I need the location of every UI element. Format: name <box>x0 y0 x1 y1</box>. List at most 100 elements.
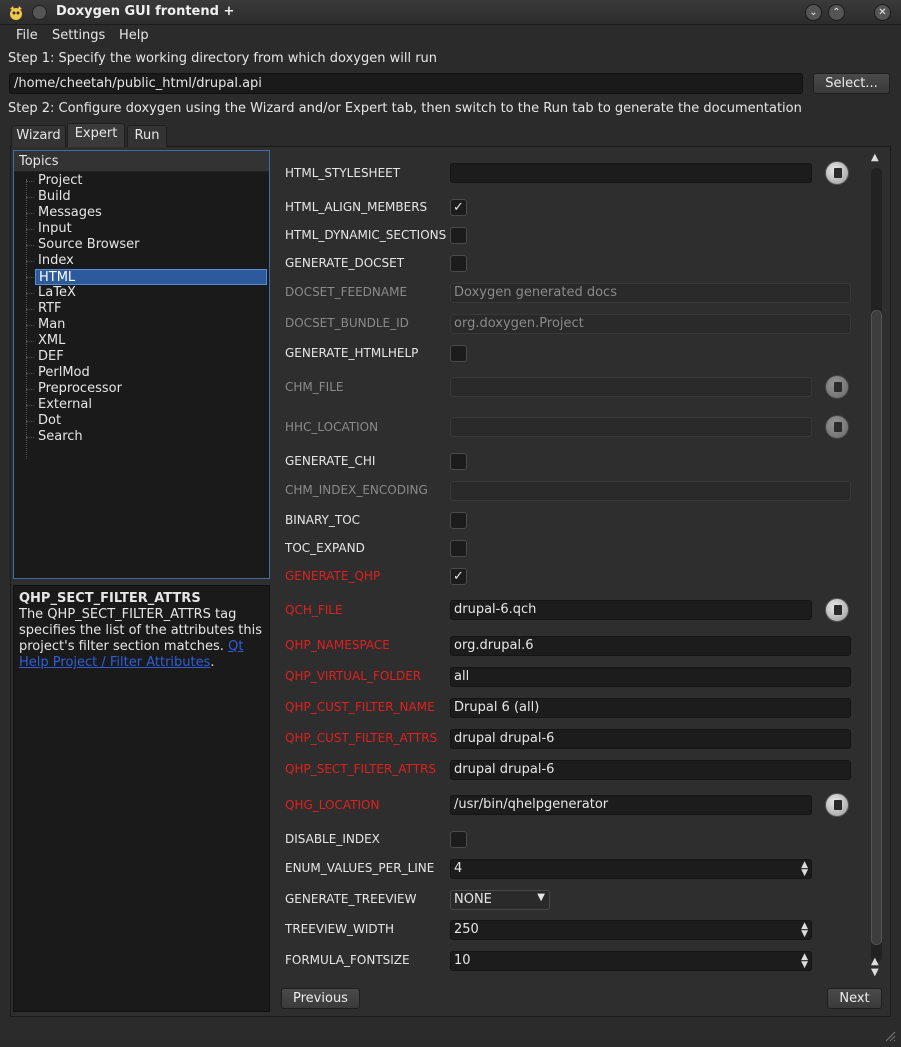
hhc-location-input[interactable] <box>450 417 812 437</box>
tab-expert[interactable]: Expert <box>67 123 125 147</box>
generate-htmlhelp-checkbox[interactable] <box>450 345 467 362</box>
scroll-up-icon[interactable]: ▲ <box>871 152 879 163</box>
options-panel <box>279 152 866 978</box>
topic-item-messages[interactable]: Messages <box>35 205 267 221</box>
topic-item-search[interactable]: Search <box>35 429 267 445</box>
chevron-down-icon: ▼ <box>537 892 545 903</box>
qch-file-input[interactable]: drupal-6.qch <box>450 600 812 620</box>
topic-item-rtf[interactable]: RTF <box>35 301 267 317</box>
working-directory-field[interactable]: /home/cheetah/public_html/drupal.api <box>9 73 803 94</box>
doxygen-app-icon <box>10 6 22 20</box>
qhp-sect-filter-attrs-input[interactable]: drupal drupal-6 <box>450 760 851 780</box>
spin-arrows-icon[interactable]: ▲ ▼ <box>801 861 808 878</box>
previous-button[interactable]: Previous <box>281 988 360 1009</box>
tree-branch-line <box>26 181 34 182</box>
treeview-width-spinbox[interactable]: 250 ▲ ▼ <box>450 920 812 940</box>
binary-toc-checkbox[interactable] <box>450 512 467 529</box>
html-stylesheet-input[interactable] <box>450 163 812 183</box>
tab-wizard[interactable]: Wizard <box>11 125 66 147</box>
minimize-button[interactable]: ⌄ <box>805 4 822 21</box>
options-scrollbar[interactable]: ▲ ▲ ▼ <box>868 152 885 978</box>
label-generate-qhp: GENERATE_QHP <box>285 569 381 583</box>
label-qhp-virtual-folder: QHP_VIRTUAL_FOLDER <box>285 669 422 683</box>
topic-item-external[interactable]: External <box>35 397 267 413</box>
qhp-cust-filter-name-input[interactable]: Drupal 6 (all) <box>450 698 851 718</box>
topic-item-html[interactable]: HTML <box>35 269 267 285</box>
qhg-location-browse-button[interactable] <box>825 793 849 817</box>
topic-item-index[interactable]: Index <box>35 253 267 269</box>
generate-treeview-select[interactable]: NONE ▼ <box>450 890 550 910</box>
html-dynamic-sections-checkbox[interactable] <box>450 227 467 244</box>
tree-branch-line <box>26 357 34 358</box>
topic-item-xml[interactable]: XML <box>35 333 267 349</box>
treeview-width-value: 250 <box>454 922 479 937</box>
label-formula-fontsize: FORMULA_FONTSIZE <box>285 953 410 967</box>
label-toc-expand: TOC_EXPAND <box>285 541 365 555</box>
generate-qhp-checkbox[interactable]: ✓ <box>450 568 467 585</box>
scroll-thumb[interactable] <box>871 310 882 945</box>
topic-item-perlmod[interactable]: PerlMod <box>35 365 267 381</box>
disable-index-checkbox[interactable] <box>450 831 467 848</box>
chm-file-input[interactable] <box>450 377 812 397</box>
tree-branch-line <box>26 341 34 342</box>
help-trailing: . <box>210 655 215 670</box>
label-disable-index: DISABLE_INDEX <box>285 832 380 846</box>
qhp-namespace-input[interactable]: org.drupal.6 <box>450 636 851 656</box>
tree-branch-line <box>26 405 34 406</box>
resize-grip-icon[interactable] <box>884 1030 896 1042</box>
window-menu-button[interactable] <box>32 5 47 20</box>
topic-item-dot[interactable]: Dot <box>35 413 267 429</box>
generate-chi-checkbox[interactable] <box>450 453 467 470</box>
spin-arrows-icon[interactable]: ▲ ▼ <box>801 953 808 970</box>
topic-item-preprocessor[interactable]: Preprocessor <box>35 381 267 397</box>
tree-guide-line <box>26 179 27 459</box>
next-button[interactable]: Next <box>827 988 882 1009</box>
label-chm-file: CHM_FILE <box>285 380 344 394</box>
docset-bundle-id-input[interactable]: org.doxygen.Project <box>450 314 851 334</box>
topic-item-project[interactable]: Project <box>35 173 267 189</box>
maximize-button[interactable]: ⌃ <box>828 4 845 21</box>
tree-branch-line <box>26 373 34 374</box>
label-qch-file: QCH_FILE <box>285 603 343 617</box>
html-align-members-checkbox[interactable]: ✓ <box>450 199 467 216</box>
menu-settings[interactable]: Settings <box>52 28 105 43</box>
topic-item-man[interactable]: Man <box>35 317 267 333</box>
qhg-location-input[interactable]: /usr/bin/qhelpgenerator <box>450 795 812 815</box>
qhp-virtual-folder-input[interactable]: all <box>450 667 851 687</box>
label-html-dynamic-sections: HTML_DYNAMIC_SECTIONS <box>285 228 447 242</box>
tab-run[interactable]: Run <box>127 125 167 147</box>
formula-fontsize-spinbox[interactable]: 10 ▲ ▼ <box>450 951 812 971</box>
tree-branch-line <box>26 197 34 198</box>
chm-file-browse-button[interactable] <box>825 375 849 399</box>
generate-treeview-value: NONE <box>454 892 492 907</box>
topic-item-def[interactable]: DEF <box>35 349 267 365</box>
topic-item-latex[interactable]: LaTeX <box>35 285 267 301</box>
menu-file[interactable]: File <box>16 28 38 43</box>
select-directory-button[interactable]: Select... <box>813 73 890 94</box>
enum-values-per-line-spinbox[interactable]: 4 ▲ ▼ <box>450 859 812 879</box>
label-hhc-location: HHC_LOCATION <box>285 420 379 434</box>
file-icon <box>834 605 842 615</box>
menu-help[interactable]: Help <box>119 28 149 43</box>
label-chm-index-encoding: CHM_INDEX_ENCODING <box>285 483 428 497</box>
topic-item-source-browser[interactable]: Source Browser <box>35 237 267 253</box>
tree-branch-line <box>26 437 34 438</box>
toc-expand-checkbox[interactable] <box>450 540 467 557</box>
chm-index-encoding-input[interactable] <box>450 481 851 501</box>
label-qhp-cust-filter-name: QHP_CUST_FILTER_NAME <box>285 700 435 714</box>
help-text: The QHP_SECT_FILTER_ATTRS tag specifies … <box>19 607 263 654</box>
docset-feedname-input[interactable]: Doxygen generated docs <box>450 283 851 303</box>
topic-item-input[interactable]: Input <box>35 221 267 237</box>
label-html-align-members: HTML_ALIGN_MEMBERS <box>285 200 428 214</box>
generate-docset-checkbox[interactable] <box>450 255 467 272</box>
qch-file-browse-button[interactable] <box>825 598 849 622</box>
hhc-location-browse-button[interactable] <box>825 415 849 439</box>
topic-item-build[interactable]: Build <box>35 189 267 205</box>
qhp-cust-filter-attrs-input[interactable]: drupal drupal-6 <box>450 729 851 749</box>
scroll-down-icon[interactable]: ▼ <box>871 967 879 978</box>
scroll-up-icon[interactable]: ▲ <box>871 956 879 967</box>
spin-arrows-icon[interactable]: ▲ ▼ <box>801 922 808 939</box>
help-title: QHP_SECT_FILTER_ATTRS <box>19 591 201 606</box>
close-button[interactable]: ✕ <box>874 4 891 21</box>
html-stylesheet-browse-button[interactable] <box>825 161 849 185</box>
